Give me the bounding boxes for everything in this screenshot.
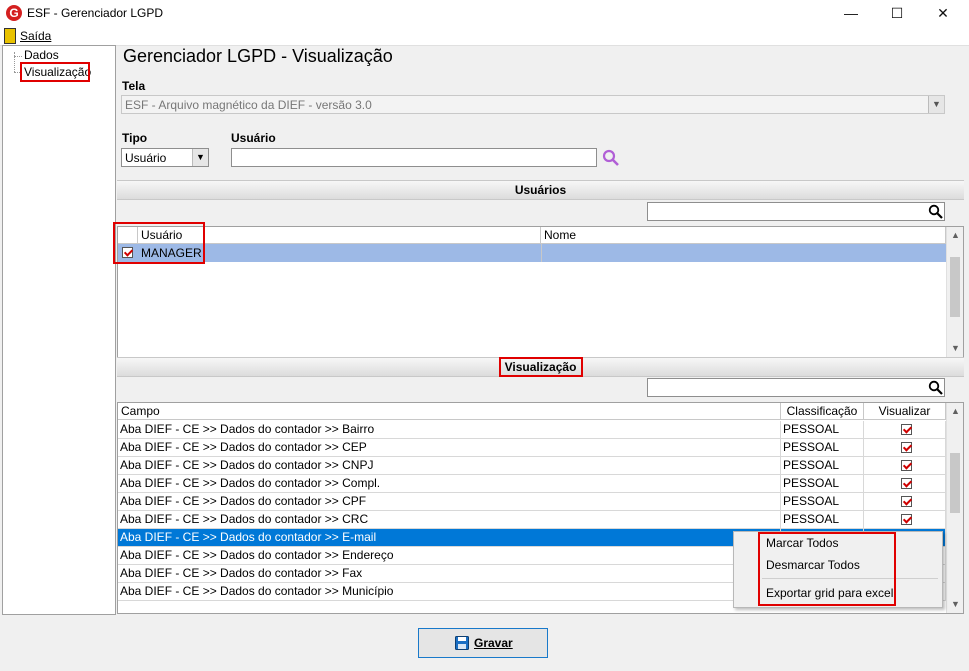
cell-classificacao: PESSOAL xyxy=(781,493,864,511)
floppy-disk-icon xyxy=(455,636,469,650)
page-title: Gerenciador LGPD - Visualização xyxy=(123,46,393,66)
search-icon[interactable] xyxy=(601,148,621,168)
cell-campo: Aba DIEF - CE >> Dados do contador >> En… xyxy=(118,547,781,565)
app-logo-icon: G xyxy=(6,5,22,21)
view-col-visualizar[interactable]: Visualizar xyxy=(864,403,946,420)
tela-select[interactable]: ESF - Arquivo magnético da DIEF - versão… xyxy=(121,95,945,114)
visualizar-checkbox[interactable] xyxy=(901,424,912,435)
cell-visualizar[interactable] xyxy=(864,421,946,439)
magnifier-icon[interactable] xyxy=(928,380,943,395)
window-title: ESF - Gerenciador LGPD xyxy=(27,6,164,20)
table-row[interactable]: Aba DIEF - CE >> Dados do contador >> Co… xyxy=(118,475,946,493)
navigation-tree xyxy=(2,45,116,615)
usuario-input[interactable] xyxy=(231,148,597,167)
users-section-header: Usuários xyxy=(117,180,964,200)
cell-campo: Aba DIEF - CE >> Dados do contador >> Ba… xyxy=(118,421,781,439)
visualizar-checkbox[interactable] xyxy=(901,514,912,525)
tree-connector xyxy=(14,56,22,57)
scroll-down-icon[interactable]: ▼ xyxy=(947,340,964,357)
cell-campo: Aba DIEF - CE >> Dados do contador >> E-… xyxy=(118,529,781,547)
table-row[interactable] xyxy=(118,244,946,262)
scroll-thumb[interactable] xyxy=(950,453,960,513)
chevron-down-icon: ▼ xyxy=(192,149,208,166)
cell-classificacao: PESSOAL xyxy=(781,475,864,493)
tree-item-dados[interactable]: Dados xyxy=(24,48,59,62)
cell-visualizar[interactable] xyxy=(864,493,946,511)
cell-visualizar[interactable] xyxy=(864,475,946,493)
cell-classificacao: PESSOAL xyxy=(781,421,864,439)
cell-classificacao: PESSOAL xyxy=(781,457,864,475)
view-filter-input[interactable] xyxy=(647,378,945,397)
highlight-box xyxy=(758,532,896,606)
usuario-label: Usuário xyxy=(231,131,276,145)
tipo-label: Tipo xyxy=(122,131,148,145)
view-scrollbar[interactable]: ▲ ▼ xyxy=(946,403,963,613)
highlight-box xyxy=(113,222,205,264)
scroll-down-icon[interactable]: ▼ xyxy=(947,596,964,613)
view-col-campo[interactable]: Campo xyxy=(118,403,781,420)
cell-campo: Aba DIEF - CE >> Dados do contador >> CP… xyxy=(118,493,781,511)
table-row[interactable]: Aba DIEF - CE >> Dados do contador >> Ba… xyxy=(118,421,946,439)
cell-visualizar[interactable] xyxy=(864,457,946,475)
users-filter-input[interactable] xyxy=(647,202,945,221)
table-row[interactable]: Aba DIEF - CE >> Dados do contador >> CR… xyxy=(118,511,946,529)
users-scrollbar[interactable]: ▲ ▼ xyxy=(946,227,963,357)
scroll-up-icon[interactable]: ▲ xyxy=(947,403,964,420)
scroll-up-icon[interactable]: ▲ xyxy=(947,227,964,244)
save-button-label: Gravar xyxy=(474,629,513,657)
tela-label: Tela xyxy=(122,79,146,93)
cell-visualizar[interactable] xyxy=(864,511,946,529)
view-col-classificacao[interactable]: Classificação xyxy=(781,403,864,420)
cell-classificacao: PESSOAL xyxy=(781,439,864,457)
visualizar-checkbox[interactable] xyxy=(901,460,912,471)
cell-campo: Aba DIEF - CE >> Dados do contador >> CE… xyxy=(118,439,781,457)
cell-campo: Aba DIEF - CE >> Dados do contador >> CR… xyxy=(118,511,781,529)
exit-door-icon xyxy=(4,28,16,44)
visualizar-checkbox[interactable] xyxy=(901,496,912,507)
cell-visualizar[interactable] xyxy=(864,439,946,457)
save-button[interactable]: Gravar xyxy=(418,628,548,658)
chevron-down-icon: ▼ xyxy=(928,96,944,113)
highlight-box xyxy=(20,62,90,82)
highlight-box xyxy=(499,357,583,377)
save-button-text: Gravar xyxy=(474,636,513,650)
tree-connector xyxy=(14,52,15,72)
users-col-nome[interactable]: Nome xyxy=(541,227,946,244)
menu-exit-label: Saída xyxy=(20,29,52,43)
scroll-thumb[interactable] xyxy=(950,257,960,317)
table-row[interactable]: Aba DIEF - CE >> Dados do contador >> CE… xyxy=(118,439,946,457)
cell-campo: Aba DIEF - CE >> Dados do contador >> CN… xyxy=(118,457,781,475)
minimize-button[interactable]: — xyxy=(828,0,874,27)
cell-campo: Aba DIEF - CE >> Dados do contador >> Co… xyxy=(118,475,781,493)
maximize-button[interactable]: ☐ xyxy=(874,0,920,27)
magnifier-icon[interactable] xyxy=(928,204,943,219)
table-row[interactable]: Aba DIEF - CE >> Dados do contador >> CP… xyxy=(118,493,946,511)
tipo-select[interactable]: Usuário ▼ xyxy=(121,148,209,167)
cell-classificacao: PESSOAL xyxy=(781,511,864,529)
tipo-select-value: Usuário xyxy=(125,151,167,165)
menu-exit[interactable]: Saída xyxy=(20,29,51,43)
menu-bar xyxy=(0,27,969,46)
table-row[interactable]: Aba DIEF - CE >> Dados do contador >> CN… xyxy=(118,457,946,475)
visualizar-checkbox[interactable] xyxy=(901,442,912,453)
tela-select-value: ESF - Arquivo magnético da DIEF - versão… xyxy=(125,98,372,112)
cell-campo: Aba DIEF - CE >> Dados do contador >> Mu… xyxy=(118,583,781,601)
cell-campo: Aba DIEF - CE >> Dados do contador >> Fa… xyxy=(118,565,781,583)
visualizar-checkbox[interactable] xyxy=(901,478,912,489)
column-divider xyxy=(541,244,542,262)
close-button[interactable]: ✕ xyxy=(920,0,966,27)
